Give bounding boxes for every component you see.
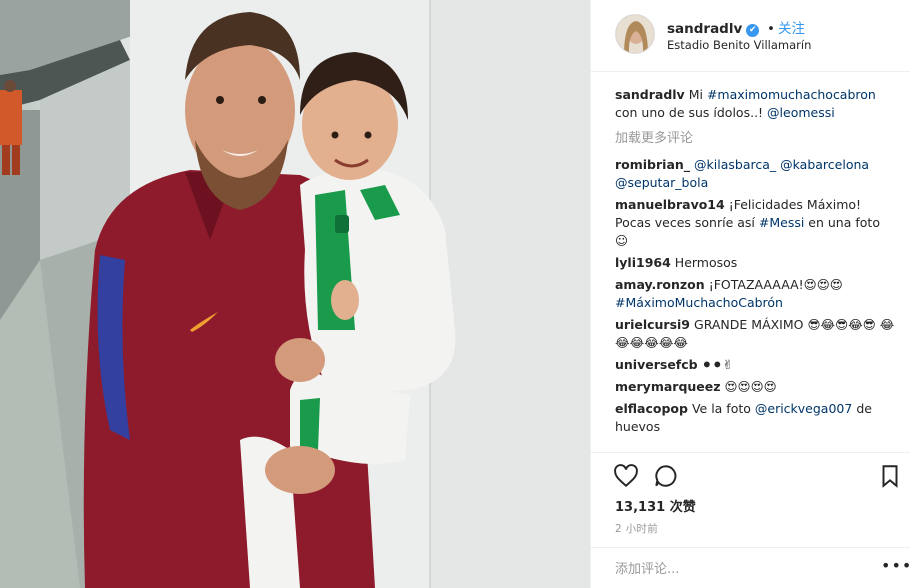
avatar-image (616, 15, 654, 53)
comment-username[interactable]: romibrian_ (615, 157, 690, 172)
photo-illustration (0, 0, 590, 588)
separator-dot: • (766, 21, 775, 37)
add-comment-input[interactable] (615, 559, 865, 579)
comment-emoji: ☺ (615, 233, 629, 248)
post-location[interactable]: Estadio Benito Villamarín (667, 38, 811, 52)
follow-button[interactable]: 关注 (778, 21, 805, 37)
comment-item: romibrian_ @kilasbarca_ @kabarcelona @sep… (615, 156, 897, 192)
caption: sandradlv Mi #maximomuchachocabron con un… (615, 86, 897, 122)
heart-icon[interactable] (613, 463, 639, 489)
comment-item: amay.ronzon ¡FOTAZAAAAA!😍😍😍 #MáximoMuchach… (615, 276, 897, 312)
avatar[interactable] (615, 14, 655, 54)
comment-mention[interactable]: @kabarcelona (780, 157, 869, 172)
post-timestamp[interactable]: 2 小时前 (615, 521, 658, 536)
caption-username[interactable]: sandradlv (615, 87, 685, 102)
comment-hashtag[interactable]: #Messi (759, 215, 804, 230)
post-header: sandradlv ✔ • 关注 Estadio Benito Villamarín (591, 0, 910, 72)
comment-mention[interactable]: @kilasbarca_ (694, 157, 776, 172)
post-actions: 13,131 次赞 2 小时前 ••• (591, 452, 910, 588)
caption-hashtag[interactable]: #maximomuchachocabron (707, 87, 876, 102)
comment-emoji: ⚫⚫✌ (701, 357, 734, 372)
comment-item: universefcb ⚫⚫✌ (615, 356, 897, 374)
comment-item: merymarqueez 😍😍😍😍 (615, 378, 897, 396)
comment-text: ¡FOTAZAAAAA! (708, 277, 804, 292)
comment-username[interactable]: elflacopop (615, 401, 688, 416)
bookmark-icon[interactable] (877, 463, 903, 489)
comment-username[interactable]: universefcb (615, 357, 698, 372)
verified-badge-icon: ✔ (746, 24, 760, 37)
comment-item: elflacopop Ve la foto @erickvega007 de hu… (615, 400, 897, 436)
caption-text: Mi (688, 87, 707, 102)
comment-text: en una foto (804, 215, 880, 230)
comment-emoji: 😍😍😍😍 (724, 379, 777, 394)
comment-item: manuelbravo14 ¡Felicidades Máximo! Pocas … (615, 196, 897, 250)
author-username[interactable]: sandradlv (667, 21, 742, 37)
like-count[interactable]: 13,131 次赞 (615, 496, 696, 515)
comment-username[interactable]: urielcursi9 (615, 317, 690, 332)
comment-item: urielcursi9 GRANDE MÁXIMO 😎😂😎😂😎 😂😂😂😂😂😂 (615, 316, 897, 352)
comment-item: lyli1964 Hermosos (615, 254, 897, 272)
comment-text: Ve la foto (691, 401, 755, 416)
comment-username[interactable]: lyli1964 (615, 255, 671, 270)
comment-bubble-icon[interactable] (653, 463, 679, 489)
post-photo[interactable] (0, 0, 590, 588)
caption-mention[interactable]: @leomessi (767, 105, 835, 120)
comment-username[interactable]: amay.ronzon (615, 277, 705, 292)
comment-emoji: 😍😍😍 (803, 277, 843, 292)
comment-text: GRANDE MÁXIMO (694, 317, 808, 332)
comment-mention[interactable]: @seputar_bola (615, 175, 708, 190)
comment-hashtag[interactable]: #MáximoMuchachoCabrón (615, 295, 783, 310)
post-author-line: sandradlv ✔ • 关注 (667, 17, 805, 37)
load-more-comments-button[interactable]: 加载更多评论 (615, 130, 897, 148)
caption-text-2: con uno de sus ídolos..! (615, 105, 768, 120)
comment-text: Hermosos (674, 255, 738, 270)
more-options-icon[interactable]: ••• (881, 556, 910, 575)
comment-mention[interactable]: @erickvega007 (755, 401, 852, 416)
comment-username[interactable]: manuelbravo14 (615, 197, 725, 212)
add-comment-bar: ••• (591, 547, 910, 588)
post-side-panel: sandradlv ✔ • 关注 Estadio Benito Villamarín… (590, 0, 910, 588)
comment-username[interactable]: merymarqueez (615, 379, 721, 394)
comments-list: sandradlv Mi #maximomuchachocabron con un… (615, 86, 897, 440)
